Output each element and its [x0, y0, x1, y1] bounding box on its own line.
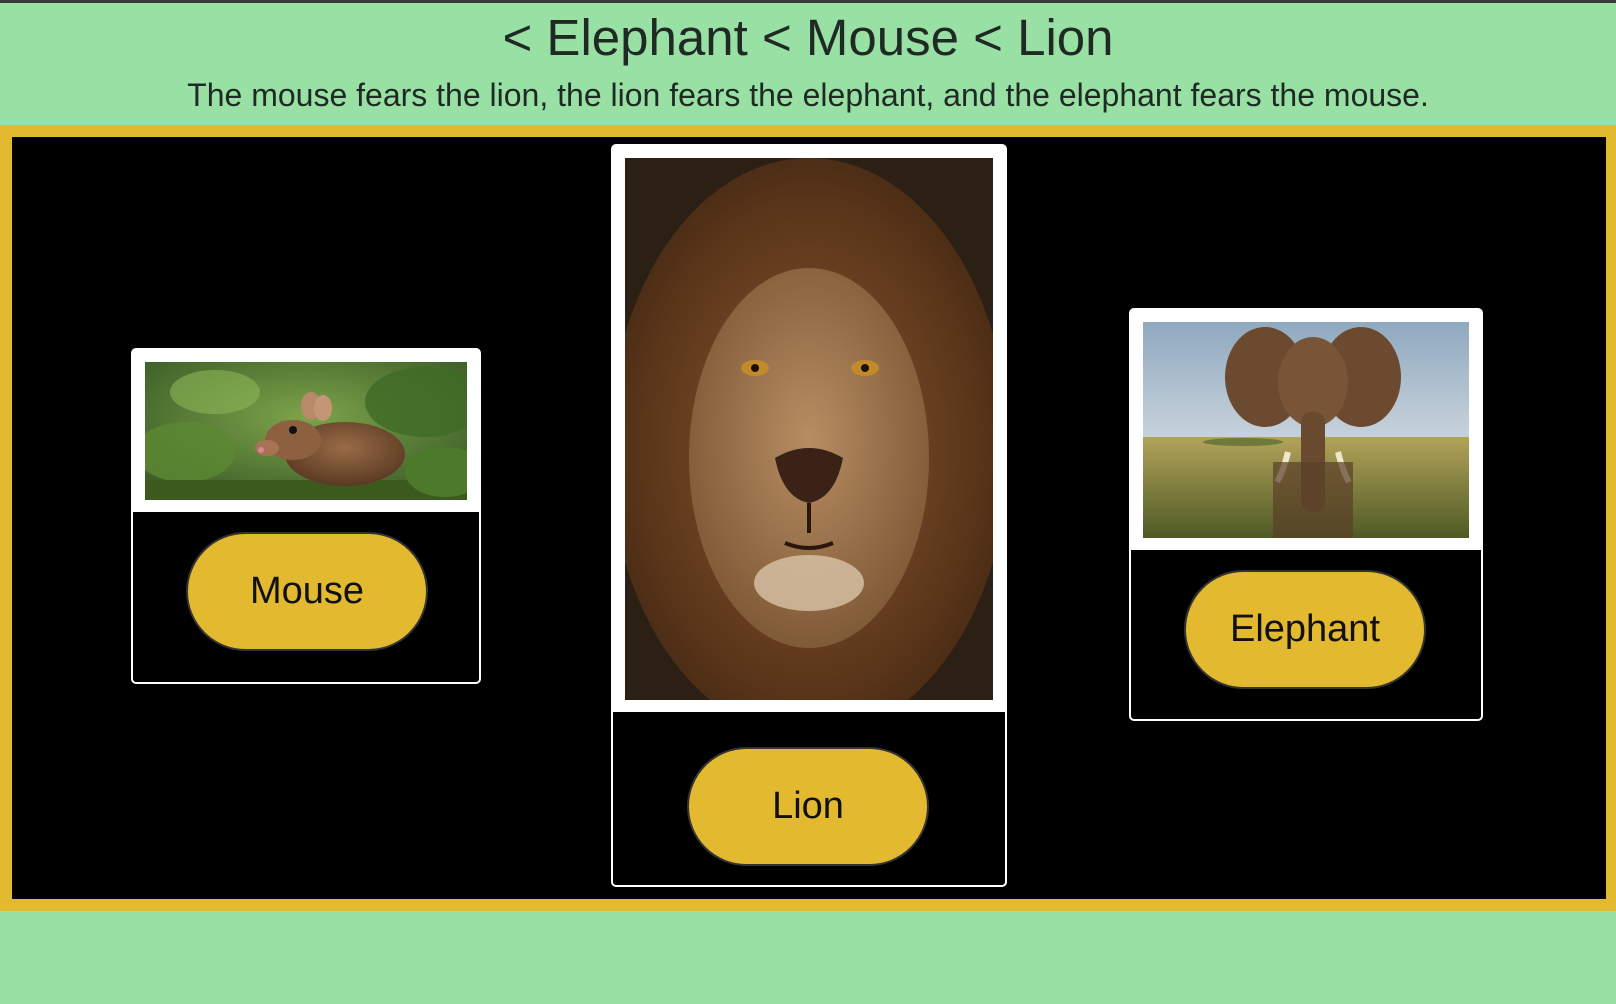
game-stage: Mouse Lion Elephant — [0, 125, 1616, 911]
elephant-photo[interactable] — [1143, 322, 1469, 538]
elephant-button[interactable]: Elephant — [1184, 570, 1426, 689]
lion-button[interactable]: Lion — [687, 747, 929, 866]
card-elephant: Elephant — [1129, 308, 1483, 721]
lion-photo[interactable] — [625, 158, 993, 700]
elephant-photo-frame — [1131, 310, 1481, 550]
mouse-photo[interactable] — [145, 362, 467, 500]
mouse-button[interactable]: Mouse — [186, 532, 428, 651]
page-footer-area — [0, 911, 1616, 1004]
card-lion: Lion — [611, 144, 1007, 887]
page-subtitle: The mouse fears the lion, the lion fears… — [187, 77, 1429, 113]
page-title: < Elephant < Mouse < Lion — [502, 9, 1114, 66]
mouse-photo-frame — [133, 350, 479, 512]
page-header: < Elephant < Mouse < Lion The mouse fear… — [0, 3, 1616, 125]
card-mouse: Mouse — [131, 348, 481, 684]
lion-photo-frame — [613, 146, 1005, 712]
game-stage-inner: Mouse Lion Elephant — [12, 137, 1606, 899]
